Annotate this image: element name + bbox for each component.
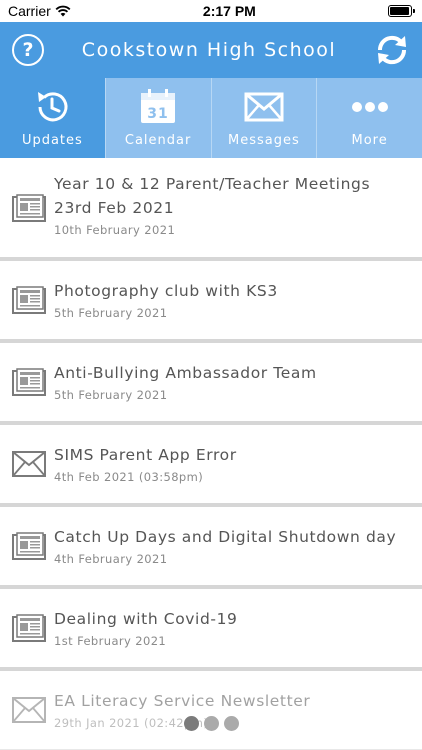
calendar-icon: 31 <box>141 89 176 123</box>
item-date: 5th February 2021 <box>54 388 168 402</box>
item-title: SIMS Parent App Error <box>54 446 237 464</box>
feed-item[interactable]: Photography club with KS3 5th February 2… <box>0 261 422 343</box>
newspaper-icon <box>12 286 46 314</box>
battery-icon <box>387 5 415 17</box>
page-indicator[interactable] <box>0 716 422 731</box>
item-icon-wrap <box>0 671 54 749</box>
tab-updates-icon-wrap <box>32 87 72 127</box>
tab-bar: Updates 31 Calendar Messages More <box>0 78 422 158</box>
item-title: Dealing with Covid-19 <box>54 610 238 628</box>
page-dot-1[interactable] <box>183 716 199 731</box>
item-date: 10th February 2021 <box>54 223 176 237</box>
tab-updates[interactable]: Updates <box>0 78 105 158</box>
question-circle-icon: ? <box>22 39 34 61</box>
item-body: SIMS Parent App Error 4th Feb 2021 (03:5… <box>54 425 422 503</box>
newspaper-icon <box>12 614 46 642</box>
feed-item[interactable]: Anti-Bullying Ambassador Team 5th Februa… <box>0 343 422 425</box>
item-title: Year 10 & 12 Parent/Teacher Meetings 23r… <box>54 175 371 217</box>
status-time: 2:17 PM <box>202 3 256 19</box>
carrier-label: Carrier <box>8 3 51 19</box>
tab-more-icon-wrap <box>350 87 390 127</box>
item-icon-wrap <box>0 589 54 667</box>
item-icon-wrap <box>0 343 54 421</box>
tab-calendar[interactable]: 31 Calendar <box>104 78 211 158</box>
item-title: Photography club with KS3 <box>54 282 278 300</box>
wifi-icon <box>55 5 71 17</box>
newspaper-icon <box>12 194 46 222</box>
calendar-day: 31 <box>147 106 168 122</box>
battery-fill <box>389 7 409 15</box>
item-title: Catch Up Days and Digital Shutdown day <box>54 528 397 546</box>
feed-item[interactable]: SIMS Parent App Error 4th Feb 2021 (03:5… <box>0 425 422 507</box>
status-left: Carrier <box>8 3 71 19</box>
ellipsis-icon <box>351 102 388 112</box>
feed-item[interactable]: EA Literacy Service Newsletter 29th Jan … <box>0 671 422 750</box>
refresh-icon <box>377 35 407 65</box>
app-title: Cookstown High School <box>81 39 337 61</box>
app-header: ? Cookstown High School <box>0 22 422 78</box>
item-body: Photography club with KS3 5th February 2… <box>54 261 422 339</box>
tab-updates-label: Updates <box>21 133 83 148</box>
item-body: Dealing with Covid-19 1st February 2021 <box>54 589 422 667</box>
item-icon-wrap <box>0 261 54 339</box>
item-body: Year 10 & 12 Parent/Teacher Meetings 23r… <box>54 158 422 257</box>
item-date: 4th February 2021 <box>54 552 168 566</box>
page-dot-2[interactable] <box>203 716 219 731</box>
newspaper-icon <box>12 532 46 560</box>
tab-messages-icon-wrap <box>244 87 284 127</box>
page-dot-3[interactable] <box>223 716 239 731</box>
item-title: Anti-Bullying Ambassador Team <box>54 364 317 382</box>
tab-messages-label: Messages <box>228 133 300 148</box>
tab-calendar-icon-wrap: 31 <box>138 87 178 127</box>
item-date: 1st February 2021 <box>54 634 167 648</box>
help-button[interactable]: ? <box>12 34 44 66</box>
tab-messages[interactable]: Messages <box>210 78 317 158</box>
item-date: 4th Feb 2021 (03:58pm) <box>54 470 204 484</box>
item-icon-wrap <box>0 158 54 257</box>
feed-item[interactable]: Dealing with Covid-19 1st February 2021 <box>0 589 422 671</box>
envelope-icon <box>12 451 46 477</box>
updates-feed: Year 10 & 12 Parent/Teacher Meetings 23r… <box>0 158 422 750</box>
item-icon-wrap <box>0 507 54 585</box>
newspaper-icon <box>12 368 46 396</box>
item-body: Anti-Bullying Ambassador Team 5th Februa… <box>54 343 422 421</box>
clock-history-icon <box>38 92 68 122</box>
tab-more-label: More <box>351 133 388 148</box>
feed-item[interactable]: Catch Up Days and Digital Shutdown day 4… <box>0 507 422 589</box>
envelope-icon <box>244 92 284 122</box>
item-body: Catch Up Days and Digital Shutdown day 4… <box>54 507 422 585</box>
refresh-button[interactable] <box>374 32 410 68</box>
status-bar: Carrier 2:17 PM <box>0 0 422 22</box>
item-icon-wrap <box>0 425 54 503</box>
item-title: EA Literacy Service Newsletter <box>54 692 311 710</box>
item-body: EA Literacy Service Newsletter 29th Jan … <box>54 671 422 749</box>
feed-item[interactable]: Year 10 & 12 Parent/Teacher Meetings 23r… <box>0 158 422 261</box>
tab-calendar-label: Calendar <box>124 133 192 148</box>
tab-more[interactable]: More <box>316 78 422 158</box>
item-date: 5th February 2021 <box>54 306 168 320</box>
